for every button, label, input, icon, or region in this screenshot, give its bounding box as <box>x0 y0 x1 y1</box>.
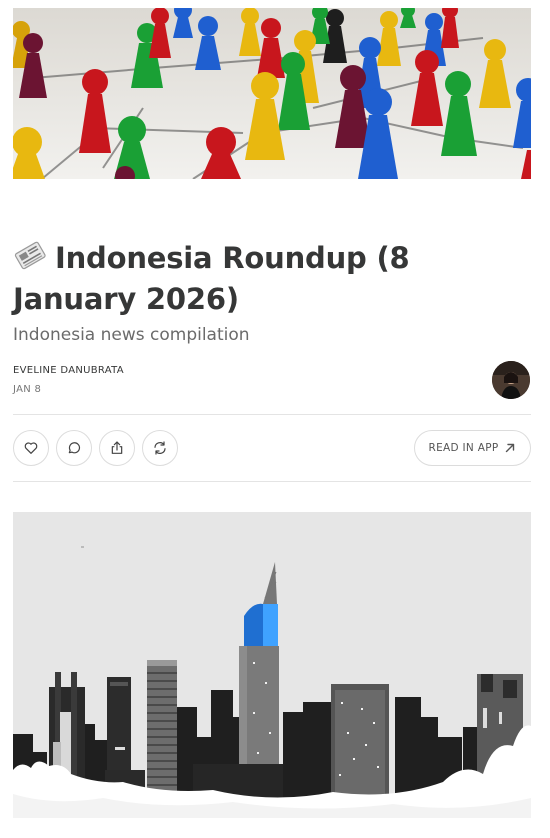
restack-icon <box>154 441 166 455</box>
divider-top <box>13 414 531 415</box>
read-in-app-button[interactable]: READ IN APP <box>414 430 531 466</box>
read-in-app-label: READ IN APP <box>428 442 499 454</box>
post-date: JAN 8 <box>13 384 42 395</box>
post-title-text: Indonesia Roundup (8 January 2026) <box>13 241 410 316</box>
share-icon <box>111 441 123 454</box>
newspaper-icon <box>13 238 47 272</box>
cityscape-image <box>13 512 531 818</box>
restack-button[interactable] <box>142 430 178 466</box>
divider-bottom <box>13 481 531 482</box>
heart-icon <box>24 442 38 454</box>
author-name[interactable]: EVELINE DANUBRATA <box>13 365 124 376</box>
hero-image <box>13 8 531 179</box>
like-button[interactable] <box>13 430 49 466</box>
comment-button[interactable] <box>56 430 92 466</box>
arrow-up-right-icon <box>506 443 515 453</box>
post-subtitle: Indonesia news compilation <box>13 325 250 345</box>
avatar[interactable] <box>492 361 530 399</box>
share-button[interactable] <box>99 430 135 466</box>
comment-icon <box>68 442 81 454</box>
post-title: Indonesia Roundup (8 January 2026) <box>13 238 533 320</box>
